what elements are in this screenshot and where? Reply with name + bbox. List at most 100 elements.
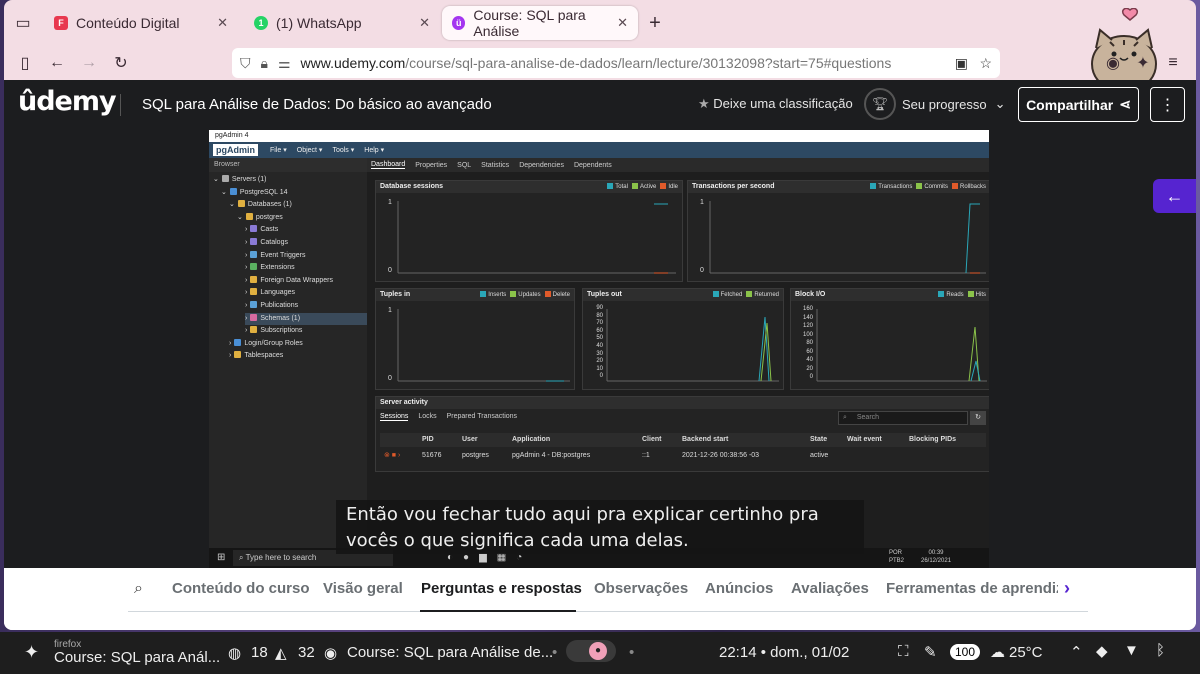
column-header: State [810, 436, 828, 443]
active-workspace-icon[interactable]: ● [589, 642, 607, 660]
clock[interactable]: 22:14 • dom., 01/02 [719, 644, 849, 661]
legend-transactions: Transactions [878, 184, 913, 190]
share-label: Compartilhar [1026, 96, 1114, 113]
active-window-title[interactable]: Course: SQL para Anál... [54, 649, 220, 666]
sidebar-toggle-icon[interactable]: ▯ [14, 52, 36, 74]
pgadmin-title: pgAdmin 4 [209, 130, 989, 142]
media-title[interactable]: Course: SQL para Análise de... [347, 644, 553, 661]
tree-node: › Schemas (1) [245, 312, 367, 325]
close-icon[interactable]: ✕ [217, 15, 228, 31]
nav-learning-tools[interactable]: Ferramentas de aprendiz [886, 580, 1058, 597]
legend-returned: Returned [754, 292, 779, 298]
url-bar[interactable]: ⛉ 🔒︎ ⚌ www.udemy.com/course/sql-para-ana… [232, 48, 1000, 78]
bookmark-star-icon[interactable]: ☆ [979, 55, 992, 72]
expand-sidebar-button[interactable]: ← [1153, 179, 1196, 213]
tree-node-icon [250, 225, 258, 233]
tab-dependents: Dependents [573, 161, 612, 169]
tab-conteudo-digital[interactable]: F Conteúdo Digital ✕ [44, 6, 238, 40]
reload-icon[interactable]: ↻ [110, 52, 132, 74]
cpu-count: 18 [251, 644, 268, 661]
activity-table-header: PID User Application Client Backend start Sta… [380, 433, 986, 447]
nav-course-content[interactable]: Conteúdo do curso [172, 580, 310, 597]
pgadmin-logo: pgAdmin [213, 144, 258, 156]
table-cell: ::1 [642, 452, 650, 459]
chevron-down-icon: ⌄ [994, 96, 1006, 111]
url-path: /course/sql-para-analise-de-dados/learn/… [405, 55, 892, 71]
new-tab-icon[interactable]: + [644, 12, 666, 34]
header-divider [120, 94, 121, 116]
tab-dashboard: Dashboard [371, 161, 406, 169]
block-io-graph [816, 309, 987, 382]
tree-arrow-icon: › [229, 352, 232, 360]
legend-hits: Hits [975, 292, 986, 298]
chevron-up-icon[interactable]: ⌃ [1070, 643, 1083, 661]
tab-overview-icon[interactable]: ▭ [12, 12, 34, 34]
back-icon[interactable]: ← [46, 52, 68, 74]
whatsapp-icon: 1 [254, 16, 268, 30]
bluetooth-icon[interactable]: ᛒ [1156, 642, 1165, 659]
tab-label: Conteúdo Digital [76, 15, 180, 31]
search-icon: ⌕ [239, 553, 244, 562]
nav-overview[interactable]: Visão geral [323, 580, 403, 597]
weather-temperature: 25°C [1009, 644, 1043, 661]
close-icon[interactable]: ✕ [617, 15, 628, 31]
pgadmin-tabs: Dashboard Properties SQL Statistics Depe… [367, 158, 989, 172]
table-cell: postgres [462, 452, 489, 459]
tree-node: › Event Triggers [245, 250, 305, 262]
menu-help: Help ▾ [364, 147, 385, 154]
chevron-right-icon[interactable]: › [1064, 578, 1070, 599]
menu-icon[interactable]: ≡ [1162, 52, 1184, 74]
account-icon[interactable]: ◉ [1102, 52, 1124, 74]
picture-in-picture-icon[interactable]: ▣ [955, 55, 968, 72]
tree-node-icon [250, 263, 258, 271]
panel-tuples-in: Tuples in Inserts Updates Delete 1 0 [375, 288, 575, 390]
course-title[interactable]: SQL para Análise de Dados: Do básico ao … [142, 96, 492, 113]
udemy-logo[interactable]: ûdemy [18, 86, 117, 117]
tree-arrow-icon: › [245, 302, 248, 309]
tab-udemy-course[interactable]: ü Course: SQL para Análise ✕ [442, 6, 638, 40]
udemy-icon: ü [452, 16, 466, 30]
tab-prepared-transactions: Prepared Transactions [446, 413, 518, 420]
tree-node-label: Catalogs [260, 239, 288, 246]
tree-arrow-icon: › [245, 251, 248, 259]
more-options-button[interactable]: ⋮ [1150, 87, 1185, 122]
rate-course-link[interactable]: ★ Deixe uma classificação [698, 96, 853, 112]
tab-label: (1) WhatsApp [276, 15, 362, 31]
activity-search: ⌕ Search [838, 411, 968, 425]
panel-block-io: Block I/O Reads Hits 160 140 120 100 80 60 40 20… [790, 288, 989, 390]
taskbar-search-text: Type here to search [245, 553, 317, 562]
navigation-bar: ▯ ← → ↻ ⛉ 🔒︎ ⚌ www.udemy.com/course/sql-… [4, 46, 1196, 80]
progress-dropdown[interactable]: 🏆︎ Seu progresso ⌄ [864, 88, 1005, 120]
nav-notes[interactable]: Observações [594, 580, 688, 597]
lang-indicator-icon[interactable]: ◆ [1096, 642, 1108, 660]
tuples-in-graph [397, 309, 570, 382]
launcher-icon[interactable]: ✦ [24, 642, 39, 663]
vertical-dots-icon: ⋮ [1159, 96, 1176, 114]
column-header: PID [422, 436, 434, 443]
tab-whatsapp[interactable]: 1 (1) WhatsApp ✕ [244, 6, 440, 40]
legend-commits: Commits [924, 184, 948, 190]
tree-node-label: Event Triggers [260, 251, 306, 259]
search-icon[interactable]: ⌕ [134, 580, 143, 598]
close-icon[interactable]: ✕ [419, 15, 430, 31]
nav-announcements[interactable]: Anúncios [705, 580, 773, 597]
tree-node-label: Extensions [260, 264, 295, 272]
wifi-icon[interactable]: ▼ [1124, 642, 1139, 659]
extensions-icon[interactable]: ✦ [1132, 52, 1154, 74]
legend-inserts: Inserts [488, 292, 507, 298]
nav-questions-answers[interactable]: Perguntas e respostas [421, 580, 582, 597]
tree-node-icon [250, 238, 258, 245]
screenshot-icon[interactable]: ⛶ [898, 643, 909, 660]
udemy-header: ûdemy SQL para Análise de Dados: Do bási… [4, 80, 1196, 130]
menu-file: File ▾ [270, 147, 287, 154]
pgadmin-menubar: pgAdmin File ▾ Object ▾ Tools ▾ Help ▾ [209, 142, 989, 158]
video-player[interactable]: pgAdmin 4 pgAdmin File ▾ Object ▾ Tools … [4, 130, 1196, 568]
terminate-session-icon: ⊗ ■ › [384, 452, 401, 459]
tree-node-label: Servers (1) [231, 176, 267, 183]
pen-icon[interactable]: ✎ [924, 643, 937, 661]
shield-icon: ⛉ [240, 54, 251, 71]
nav-reviews[interactable]: Avaliações [791, 580, 869, 597]
share-button[interactable]: Compartilhar ⋖ [1018, 87, 1139, 122]
tab-dependencies: Dependencies [519, 161, 564, 169]
forward-icon[interactable]: → [78, 52, 100, 74]
